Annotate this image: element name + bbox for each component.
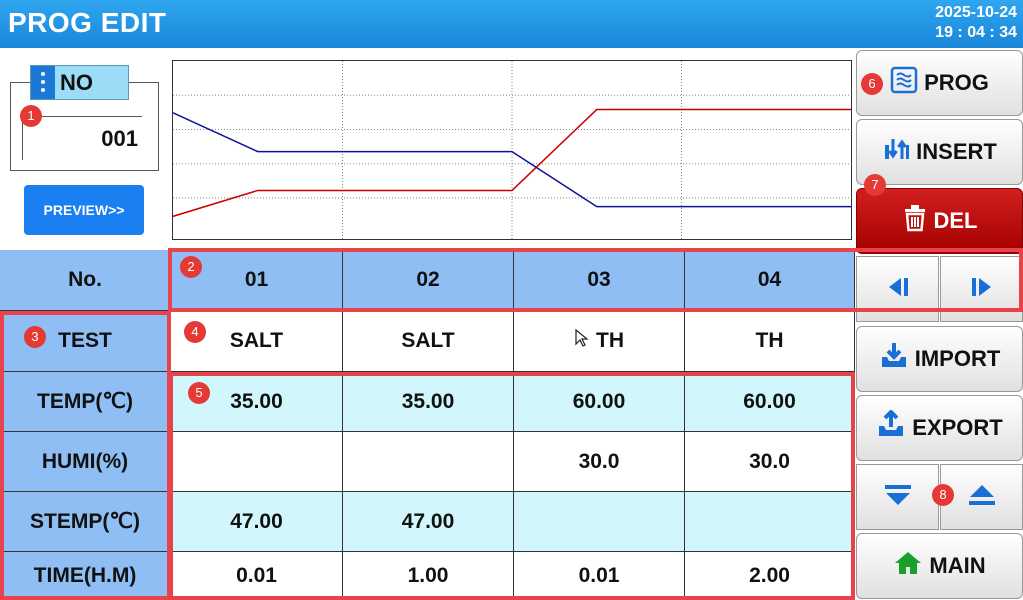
main-label: MAIN bbox=[929, 553, 986, 578]
import-label: IMPORT bbox=[914, 346, 1001, 371]
table-cell[interactable]: TH bbox=[685, 311, 855, 372]
row-label: TEMP(℃) bbox=[0, 372, 171, 432]
main-button[interactable]: MAIN bbox=[856, 533, 1023, 599]
table-cell[interactable]: 47.00 bbox=[343, 492, 514, 552]
row-label: STEMP(℃) bbox=[0, 492, 171, 552]
table-cell[interactable]: 1.00 bbox=[343, 552, 514, 600]
arrow-down-icon bbox=[883, 482, 913, 513]
prog-label: PROG bbox=[924, 70, 989, 95]
annotation-badge: 5 bbox=[188, 382, 210, 404]
table-cell[interactable]: 60.00 bbox=[685, 372, 855, 432]
arrow-left-icon bbox=[885, 274, 911, 305]
insert-arrows-icon bbox=[882, 135, 916, 169]
table-cell[interactable]: 0.01 bbox=[171, 552, 343, 600]
program-number-label: NO bbox=[60, 70, 93, 95]
column-header[interactable]: 04 bbox=[685, 250, 855, 311]
import-button[interactable]: IMPORT bbox=[856, 326, 1023, 392]
page-title: PROG EDIT bbox=[8, 7, 167, 38]
insert-label: INSERT bbox=[916, 139, 997, 164]
menu-dots-icon[interactable] bbox=[31, 66, 55, 99]
annotation-badge: 1 bbox=[20, 105, 42, 127]
annotation-badge: 3 bbox=[24, 326, 46, 348]
table-cell[interactable]: 30.0 bbox=[685, 432, 855, 492]
chart-series-line-0 bbox=[172, 108, 851, 218]
annotation-badge: 6 bbox=[861, 73, 883, 95]
table-cell[interactable]: 60.00 bbox=[514, 372, 685, 432]
annotation-badge: 7 bbox=[864, 174, 886, 196]
program-chart-plot bbox=[172, 61, 851, 239]
delete-button[interactable]: DEL bbox=[856, 188, 1023, 254]
prog-list-icon bbox=[890, 66, 924, 100]
annotation-badge: 8 bbox=[932, 484, 954, 506]
program-chart bbox=[172, 60, 852, 240]
title-bar: PROG EDIT 2025-10-24 19 : 04 : 34 bbox=[0, 0, 1023, 48]
column-header[interactable]: 02 bbox=[343, 250, 514, 311]
table-corner-label: No. bbox=[0, 250, 171, 311]
mouse-pointer-icon bbox=[574, 328, 596, 353]
preview-button[interactable]: PREVIEW>> bbox=[24, 185, 144, 235]
table-cell[interactable] bbox=[343, 432, 514, 492]
previous-column-button[interactable] bbox=[856, 256, 939, 322]
annotation-badge: 2 bbox=[180, 256, 202, 278]
table-cell[interactable]: TH bbox=[514, 311, 685, 372]
table-cell[interactable]: 30.0 bbox=[514, 432, 685, 492]
home-icon bbox=[893, 550, 929, 582]
time-display: 19 : 04 : 34 bbox=[935, 24, 1017, 41]
row-label: HUMI(%) bbox=[0, 432, 171, 492]
export-button[interactable]: EXPORT bbox=[856, 395, 1023, 461]
table-cell[interactable]: 2.00 bbox=[685, 552, 855, 600]
arrow-up-icon bbox=[967, 482, 997, 513]
table-cell[interactable] bbox=[514, 492, 685, 552]
table-cell[interactable]: 35.00 bbox=[343, 372, 514, 432]
date-display: 2025-10-24 bbox=[935, 4, 1017, 21]
row-label: TIME(H.M) bbox=[0, 552, 171, 600]
export-label: EXPORT bbox=[912, 415, 1003, 440]
table-cell[interactable] bbox=[685, 492, 855, 552]
download-tray-icon bbox=[879, 341, 915, 377]
chart-series-line-1 bbox=[172, 112, 851, 208]
program-number-header: NO bbox=[30, 65, 129, 100]
arrow-right-icon bbox=[969, 274, 995, 305]
scroll-down-button[interactable] bbox=[856, 464, 939, 530]
table-cell[interactable]: SALT bbox=[343, 311, 514, 372]
delete-label: DEL bbox=[933, 208, 978, 233]
program-number-input[interactable]: 001 bbox=[22, 116, 142, 160]
next-column-button[interactable] bbox=[940, 256, 1023, 322]
table-cell[interactable] bbox=[171, 432, 343, 492]
upload-tray-icon bbox=[876, 409, 912, 446]
table-cell[interactable]: 47.00 bbox=[171, 492, 343, 552]
trash-icon bbox=[902, 204, 934, 238]
annotation-badge: 4 bbox=[184, 321, 206, 343]
table-cell[interactable]: 0.01 bbox=[514, 552, 685, 600]
column-header[interactable]: 03 bbox=[514, 250, 685, 311]
